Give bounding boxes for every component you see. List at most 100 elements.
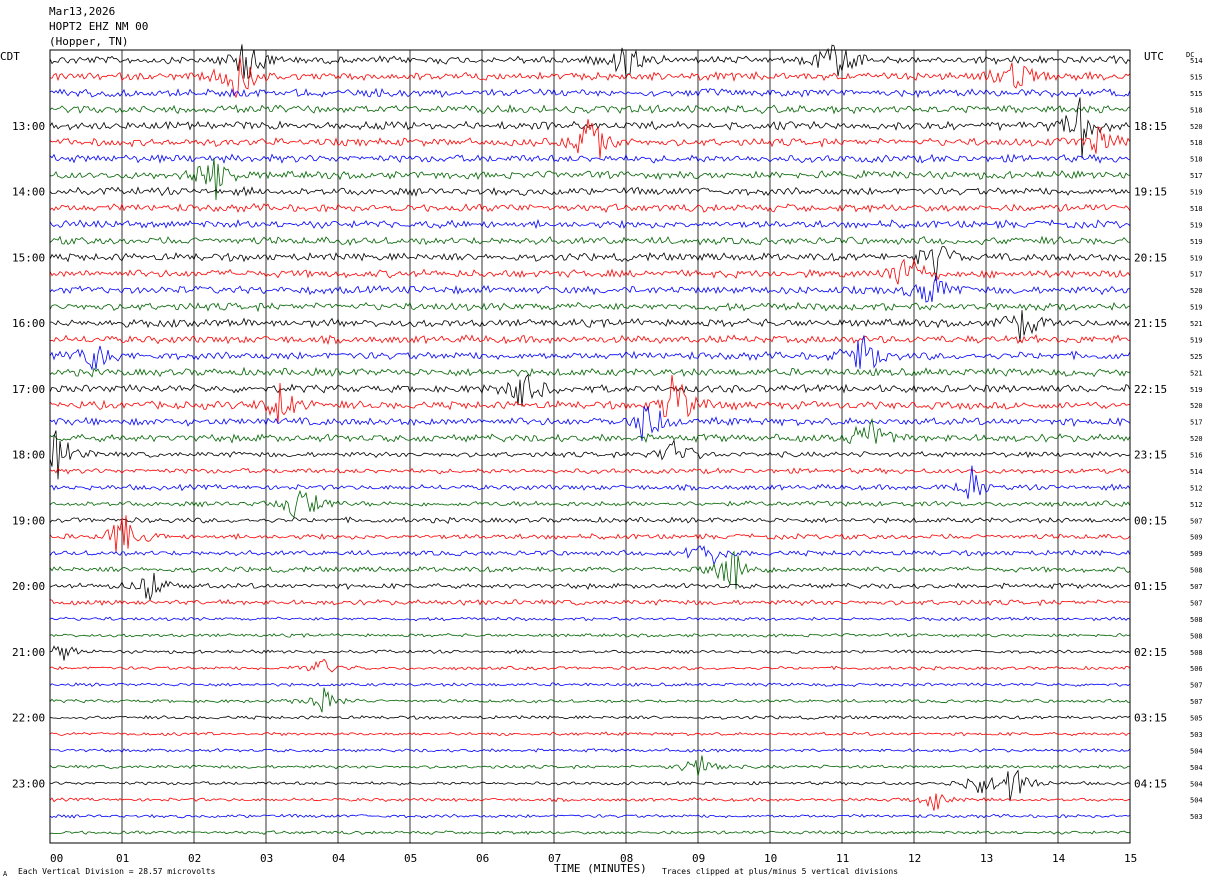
- right-timezone-label: UTC: [1144, 50, 1164, 63]
- right-hour-label: 03:15: [1134, 712, 1167, 725]
- left-timezone-label: CDT: [0, 50, 20, 63]
- seismic-trace: [49, 335, 1131, 371]
- seismic-trace: [49, 747, 1131, 753]
- seismic-trace: [49, 658, 1131, 673]
- seismic-trace: [49, 87, 1131, 99]
- dc-offset-label: 514: [1190, 468, 1203, 476]
- x-tick-label: 12: [908, 852, 921, 865]
- clip-note: Traces clipped at plus/minus 5 vertical …: [662, 867, 898, 876]
- dc-offset-label: 525: [1190, 353, 1203, 361]
- seismic-trace: [49, 104, 1131, 115]
- right-hour-label: 23:15: [1134, 449, 1167, 462]
- seismic-trace: [49, 645, 1131, 661]
- left-hour-label: 22:00: [12, 712, 45, 725]
- dc-offset-label: 504: [1190, 780, 1203, 788]
- right-hour-label: 18:15: [1134, 120, 1167, 133]
- left-hour-label: 13:00: [12, 120, 45, 133]
- dc-offset-label: 518: [1190, 139, 1203, 147]
- dc-offset-label: 515: [1190, 90, 1203, 98]
- x-tick-label: 06: [476, 852, 489, 865]
- seismic-trace: [49, 687, 1131, 713]
- x-tick-label: 14: [1052, 852, 1066, 865]
- seismic-trace: [49, 185, 1131, 197]
- dc-offset-label: 504: [1190, 797, 1203, 805]
- dc-offset-label: 519: [1190, 386, 1203, 394]
- dc-offset-label: 507: [1190, 698, 1203, 706]
- seismic-trace: [49, 731, 1131, 737]
- seismic-trace: [49, 153, 1131, 164]
- dc-offset-label: 517: [1190, 172, 1203, 180]
- helicorder-chart: 00 01 02 03 04 05 06 07 08 09 10 11 12 13 14 1513:0014:…: [0, 44, 1203, 878]
- x-tick-label: 11: [836, 852, 849, 865]
- plot-frame: [49, 49, 1131, 844]
- dc-offset-label: 512: [1190, 501, 1203, 509]
- dc-offset-label: 507: [1190, 599, 1203, 607]
- x-tick-label: 01: [116, 852, 129, 865]
- dc-offset-label: 504: [1190, 747, 1203, 755]
- dc-offset-label: 507: [1190, 517, 1203, 525]
- seismic-trace: [49, 258, 1131, 285]
- dc-offset-label: 512: [1190, 484, 1203, 492]
- seismic-trace: [49, 202, 1131, 214]
- dc-offset-label: 519: [1190, 189, 1203, 197]
- left-hour-label: 20:00: [12, 580, 45, 593]
- dc-offset-label: 518: [1190, 156, 1203, 164]
- x-tick-label: 05: [404, 852, 417, 865]
- seismic-trace: [49, 545, 1131, 567]
- x-tick-label: 10: [764, 852, 777, 865]
- seismic-trace: [49, 374, 1131, 424]
- right-hour-label: 04:15: [1134, 777, 1167, 790]
- dc-offset-label: 516: [1190, 452, 1203, 460]
- right-hour-label: 01:15: [1134, 580, 1167, 593]
- seismic-trace: [49, 715, 1131, 720]
- dc-offset-label: 521: [1190, 320, 1203, 328]
- seismic-trace: [49, 235, 1131, 246]
- right-hour-label: 22:15: [1134, 383, 1167, 396]
- seismic-trace: [49, 467, 1131, 475]
- dc-offset-label: 520: [1190, 287, 1203, 295]
- dc-offset-label: 520: [1190, 123, 1203, 131]
- seismic-trace: [49, 276, 1131, 303]
- x-tick-label: 04: [332, 852, 346, 865]
- seismic-trace: [49, 245, 1131, 282]
- dc-offset-label: 508: [1190, 649, 1203, 657]
- dc-offset-label: 507: [1190, 682, 1203, 690]
- left-hour-label: 14:00: [12, 186, 45, 199]
- seismic-trace: [49, 682, 1131, 687]
- left-hour-label: 19:00: [12, 514, 45, 527]
- x-tick-label: 13: [980, 852, 993, 865]
- seismic-trace: [49, 301, 1131, 313]
- right-hour-label: 19:15: [1134, 186, 1167, 199]
- seismic-trace: [49, 598, 1131, 607]
- x-axis-title: TIME (MINUTES): [554, 862, 647, 875]
- x-tick-label: 00: [50, 852, 63, 865]
- seismic-trace: [49, 830, 1130, 835]
- seismic-trace: [49, 373, 1131, 407]
- seismic-trace: [49, 813, 1131, 819]
- dc-offset-label: 509: [1190, 534, 1203, 542]
- seismic-trace: [49, 616, 1131, 622]
- dc-offset-label: 519: [1190, 254, 1203, 262]
- dc-offset-label: 519: [1190, 304, 1203, 312]
- dc-offset-label: 503: [1190, 813, 1203, 821]
- seismic-trace: [49, 405, 1131, 442]
- dc-offset-label: 521: [1190, 369, 1203, 377]
- left-hour-label: 18:00: [12, 449, 45, 462]
- seismic-trace: [49, 489, 1131, 518]
- right-hour-label: 21:15: [1134, 317, 1167, 330]
- x-tick-label: 03: [260, 852, 273, 865]
- dc-offset-label: 520: [1190, 435, 1203, 443]
- seismic-trace: [49, 769, 1131, 802]
- seismic-trace: [49, 430, 1131, 480]
- dc-offset-label: 520: [1190, 402, 1203, 410]
- dc-offset-label: 508: [1190, 616, 1203, 624]
- dc-offset-label: 507: [1190, 583, 1203, 591]
- left-hour-label: 17:00: [12, 383, 45, 396]
- scale-note: Each Vertical Division = 28.57 microvolt…: [18, 867, 216, 876]
- seismic-trace: [49, 793, 1131, 811]
- left-hour-label: 16:00: [12, 317, 45, 330]
- dc-offset-label: 517: [1190, 271, 1203, 279]
- left-hour-label: 23:00: [12, 777, 45, 790]
- trace-group: [49, 44, 1131, 835]
- x-tick-label: 15: [1124, 852, 1137, 865]
